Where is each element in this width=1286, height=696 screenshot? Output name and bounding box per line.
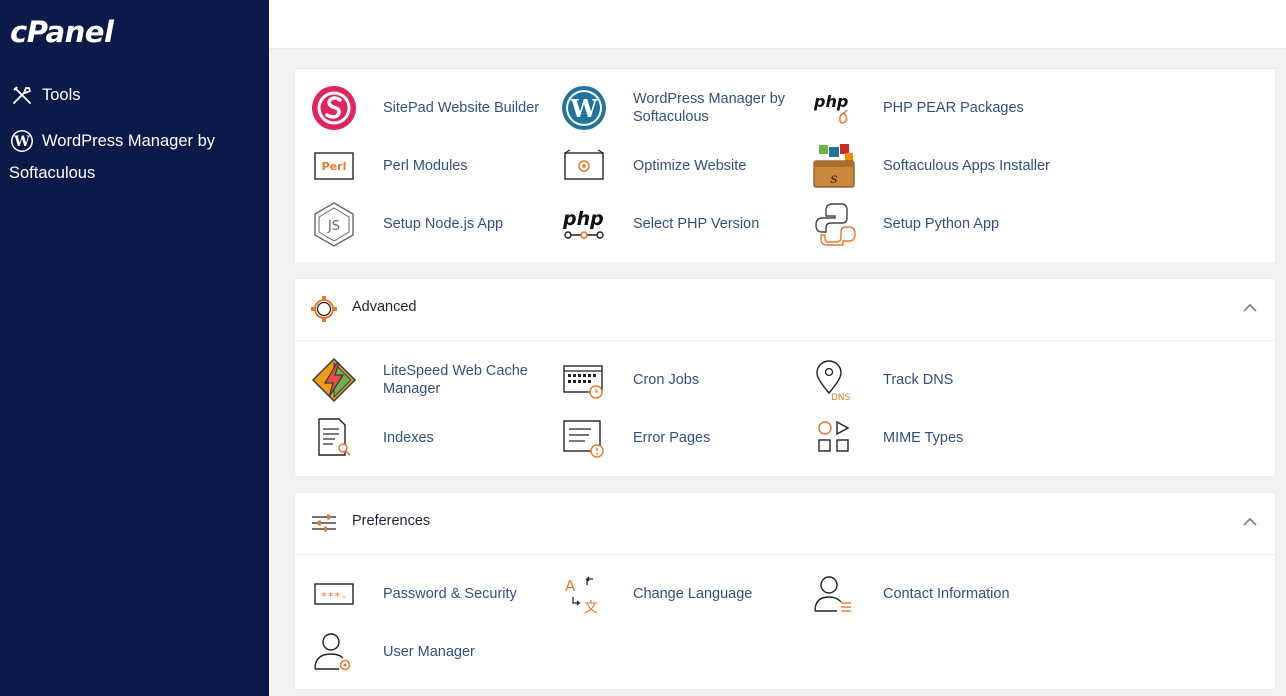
- svg-text:s: s: [830, 171, 837, 187]
- sidebar: cPanel Tools W WordPress Manager by Soft…: [0, 0, 269, 696]
- translate-icon: A 文: [565, 576, 598, 616]
- svg-text:Perl: Perl: [322, 160, 347, 173]
- svg-text:php: php: [813, 92, 848, 111]
- item-label: Cron Jobs: [633, 372, 700, 388]
- gear-icon: [311, 296, 337, 322]
- item-label: WordPress Manager by Softaculous: [633, 91, 786, 125]
- indexes[interactable]: Indexes: [311, 415, 434, 461]
- sidebar-item-label: Tools: [42, 86, 81, 104]
- item-label: MIME Types: [883, 430, 964, 446]
- litespeed-icon: [311, 357, 357, 403]
- top-header: [269, 0, 1286, 48]
- item-label: Setup Python App: [883, 216, 1000, 232]
- perl-icon: Perl: [314, 152, 354, 180]
- error-pages[interactable]: Error Pages: [561, 415, 710, 461]
- item-label: Optimize Website: [633, 158, 747, 174]
- change-language[interactable]: A 文 Change Language: [561, 571, 752, 617]
- sidebar-item-tools[interactable]: Tools: [10, 79, 81, 111]
- tools-icon: [13, 86, 32, 104]
- item-label: PHP PEAR Packages: [883, 100, 1024, 116]
- sidebar-item-label: WordPress Manager by: [42, 132, 216, 150]
- cpanel-logo[interactable]: cPanel: [10, 14, 114, 50]
- item-label: Indexes: [383, 430, 434, 446]
- svg-text:JS: JS: [327, 219, 340, 234]
- wordpress-icon: W: [11, 130, 33, 152]
- contact-person-icon: [814, 576, 851, 612]
- item-label: Softaculous Apps Installer: [883, 158, 1050, 174]
- password-security[interactable]: ***- Password & Security: [311, 571, 517, 617]
- error-page-icon: [563, 420, 604, 458]
- litespeed-web-cache-manager[interactable]: LiteSpeed Web Cache Manager: [311, 357, 543, 403]
- nodejs-icon: JS: [314, 202, 354, 247]
- software-panel: SitePad Website Builder W WordPress Mana…: [294, 68, 1276, 263]
- item-label: User Manager: [383, 644, 475, 660]
- preferences-panel-header[interactable]: Preferences: [295, 493, 1275, 555]
- svg-text:A: A: [565, 577, 576, 595]
- setup-python-app[interactable]: Setup Python App: [811, 201, 999, 247]
- optimize-website[interactable]: Optimize Website: [561, 143, 746, 189]
- item-label: Contact Information: [883, 586, 1010, 602]
- item-label: Password & Security: [383, 586, 517, 602]
- sitepad-icon: [312, 86, 356, 130]
- user-manager[interactable]: User Manager: [311, 629, 475, 675]
- svg-text:php: php: [562, 208, 604, 230]
- preferences-panel: Preferences ***- Password & Security A 文…: [294, 492, 1276, 690]
- item-label: LiteSpeed Web Cache Manager: [383, 363, 528, 397]
- item-label: Setup Node.js App: [383, 216, 504, 232]
- user-gear-icon: [314, 633, 351, 671]
- sidebar-item-wordpress-manager[interactable]: W WordPress Manager by: [10, 125, 260, 157]
- svg-text:***-: ***-: [321, 590, 348, 603]
- cron-jobs[interactable]: Cron Jobs: [561, 357, 699, 403]
- calendar-clock-icon: [563, 365, 603, 399]
- select-php-version[interactable]: php Select PHP Version: [561, 201, 759, 247]
- softaculous-icon: s: [813, 144, 855, 188]
- php-version-icon: php: [562, 208, 604, 239]
- item-label: Change Language: [633, 586, 753, 602]
- chevron-up-icon[interactable]: [1243, 303, 1257, 313]
- wordpress-manager-softaculous[interactable]: W WordPress Manager by Softaculous: [561, 85, 793, 131]
- svg-text:文: 文: [584, 600, 598, 616]
- item-label: Error Pages: [633, 430, 711, 446]
- perl-modules[interactable]: Perl Perl Modules: [311, 143, 468, 189]
- softaculous-apps-installer[interactable]: s Softaculous Apps Installer: [811, 143, 1050, 189]
- optimize-website-icon: [564, 149, 604, 180]
- sitepad-website-builder[interactable]: SitePad Website Builder: [311, 85, 539, 131]
- python-icon: [815, 203, 856, 246]
- contact-information[interactable]: Contact Information: [811, 571, 1010, 617]
- svg-text:W: W: [570, 94, 599, 123]
- svg-text:DNS: DNS: [831, 393, 851, 403]
- wordpress-icon: W: [562, 86, 606, 130]
- item-label: Perl Modules: [383, 158, 468, 174]
- item-label: Track DNS: [883, 372, 954, 388]
- map-pin-icon: DNS: [816, 360, 851, 403]
- advanced-panel-header[interactable]: Advanced: [295, 279, 1275, 341]
- advanced-panel: Advanced LiteSpeed Web Cache Manager Cro…: [294, 278, 1276, 477]
- mime-types[interactable]: MIME Types: [811, 415, 963, 461]
- panel-title: Advanced: [352, 299, 417, 315]
- item-label: SitePad Website Builder: [383, 100, 540, 116]
- chevron-up-icon[interactable]: [1243, 517, 1257, 527]
- php-pear-icon: php: [813, 92, 848, 124]
- mime-shapes-icon: [818, 420, 850, 452]
- php-pear-packages[interactable]: php PHP PEAR Packages: [811, 85, 1024, 131]
- setup-nodejs-app[interactable]: JS Setup Node.js App: [311, 201, 503, 247]
- track-dns[interactable]: DNS Track DNS: [811, 357, 953, 403]
- sidebar-item-label-continued[interactable]: Softaculous: [9, 157, 95, 189]
- document-search-icon: [318, 418, 351, 456]
- svg-text:W: W: [13, 134, 30, 150]
- sliders-icon: [312, 514, 336, 532]
- item-label: Select PHP Version: [633, 216, 760, 232]
- password-field-icon: ***-: [314, 583, 354, 605]
- panel-title: Preferences: [352, 513, 431, 529]
